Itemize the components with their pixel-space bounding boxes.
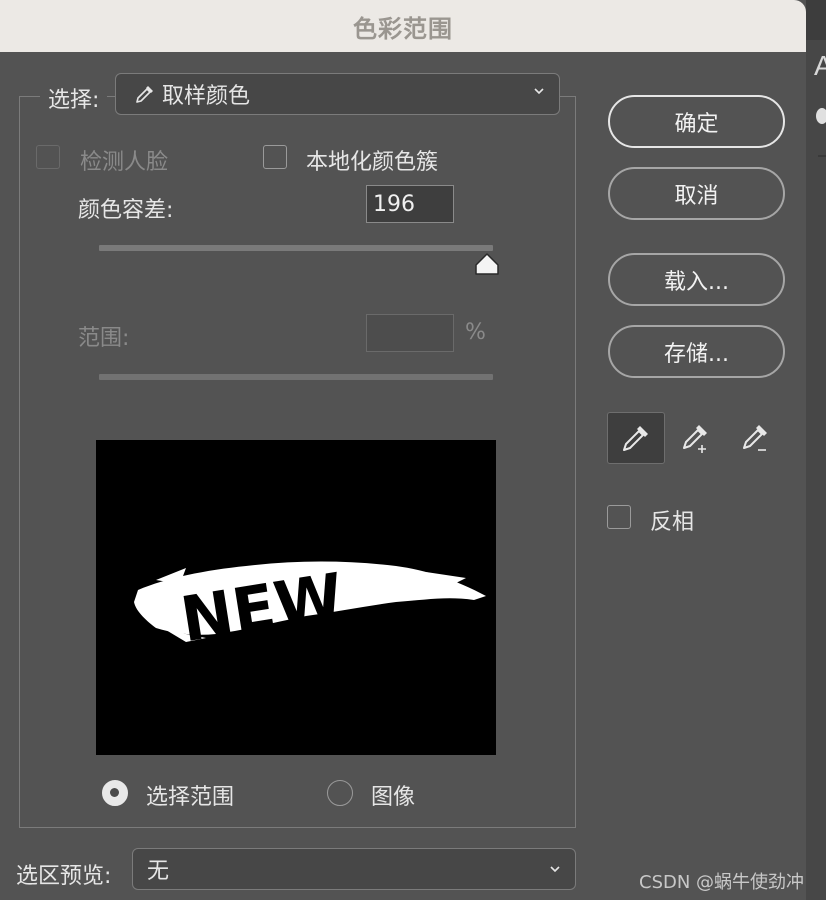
range-input[interactable]: [366, 314, 454, 352]
chevron-down-icon: [534, 88, 544, 95]
adjacent-panel-letter: A: [814, 50, 826, 81]
fuzziness-slider-thumb[interactable]: [474, 252, 500, 278]
eyedropper-icon: [134, 83, 156, 105]
selection-preview-dropdown[interactable]: 无: [132, 848, 576, 890]
fuzziness-slider-track[interactable]: [99, 245, 493, 251]
detect-faces-checkbox[interactable]: [36, 145, 60, 169]
fuzziness-label: 颜色容差:: [78, 198, 174, 223]
eyedropper-icon: [623, 426, 648, 451]
selection-view-radio[interactable]: [102, 780, 128, 806]
chevron-down-icon: [550, 866, 560, 873]
dialog-title-bar[interactable]: 色彩范围: [0, 0, 806, 52]
adjacent-panel-dot: [816, 108, 826, 124]
localized-clusters-checkbox[interactable]: [263, 145, 287, 169]
image-view-radio[interactable]: [327, 780, 353, 806]
localized-clusters-label: 本地化颜色簇: [306, 150, 439, 175]
adjacent-panel-header: [806, 0, 826, 40]
eyedropper-subtract-tool[interactable]: [727, 412, 785, 464]
selection-view-label: 选择范围: [146, 785, 235, 810]
select-label: 选择:: [40, 82, 108, 114]
range-unit: %: [465, 320, 486, 345]
range-slider-track[interactable]: [99, 374, 493, 380]
save-button[interactable]: 存储...: [608, 325, 785, 378]
image-view-label: 图像: [371, 785, 416, 810]
eyedropper-tool[interactable]: [607, 412, 665, 464]
invert-checkbox[interactable]: [607, 505, 631, 529]
adjacent-panel-strip: A: [806, 0, 826, 900]
selection-preview-label: 选区预览:: [16, 864, 112, 889]
select-dropdown[interactable]: 取样颜色: [115, 73, 560, 115]
selection-preview-value: 无: [147, 859, 170, 884]
cancel-button[interactable]: 取消: [608, 167, 785, 220]
adjacent-panel-divider: [818, 155, 826, 157]
detect-faces-label: 检测人脸: [80, 150, 169, 175]
range-label: 范围:: [78, 326, 130, 351]
eyedropper-plus-icon: [683, 425, 707, 453]
ok-button[interactable]: 确定: [608, 95, 785, 148]
eyedropper-add-tool[interactable]: [667, 412, 725, 464]
eyedropper-minus-icon: [743, 425, 767, 451]
invert-label: 反相: [650, 510, 695, 535]
selection-preview-image: NEW: [96, 440, 496, 755]
watermark-text: CSDN @蜗牛使劲冲: [639, 872, 805, 893]
dialog-title: 色彩范围: [353, 14, 453, 43]
select-value: 取样颜色: [162, 84, 251, 109]
fuzziness-input[interactable]: 196: [366, 185, 454, 223]
brush-stroke-image: NEW: [134, 559, 486, 656]
load-button[interactable]: 载入...: [608, 253, 785, 306]
